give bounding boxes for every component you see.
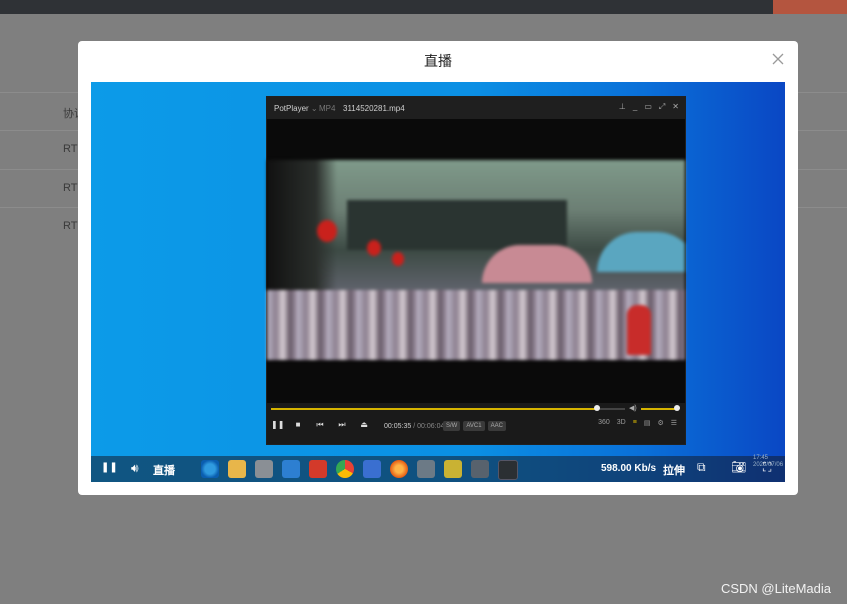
fullscreen-icon: ⤢ (658, 102, 666, 111)
potplayer-format: MP4 (319, 104, 336, 113)
potplayer-app-name: PotPlayer ⌄ (274, 104, 318, 113)
time-display: 00:05:35 / 00:06:04 (384, 423, 445, 430)
previous-icon: ⏮ (316, 420, 324, 429)
stop-icon: ■ (295, 420, 301, 429)
volume-bar (641, 405, 680, 411)
potplayer-titlebar: PotPlayer ⌄ MP4 3114520281.mp4 ⊥ _ ▭ ⤢ ✕ (267, 97, 685, 119)
potplayer-window: PotPlayer ⌄ MP4 3114520281.mp4 ⊥ _ ▭ ⤢ ✕ (266, 96, 686, 445)
minimize-icon: _ (632, 102, 638, 111)
background-top-accent (773, 0, 847, 14)
fullscreen-icon[interactable]: ⛶ (763, 460, 771, 475)
chrome-icon (336, 460, 354, 478)
restore-icon: ▭ (644, 102, 652, 111)
notepad-icon (255, 460, 273, 478)
close-icon[interactable] (770, 51, 786, 67)
potplayer-video-frame (267, 160, 685, 360)
potplayer-controls: ◀) ❚❚ ■ ⏮ ⏭ ⏏ 00:05:35 / 00:06:04 S/W AV… (267, 403, 685, 444)
pause-icon[interactable]: ❚❚ (101, 462, 118, 473)
potplayer-filename: 3114520281.mp4 (343, 104, 405, 113)
pdf-icon (309, 460, 327, 478)
pin-icon: ⊥ (618, 102, 626, 111)
video-codec-tag: AVC1 (463, 421, 485, 431)
live-video[interactable]: PotPlayer ⌄ MP4 3114520281.mp4 ⊥ _ ▭ ⤢ ✕ (91, 82, 785, 482)
modal-title: 直播 (424, 53, 452, 69)
stretch-button[interactable]: 拉伸 (663, 462, 685, 478)
app-icon (471, 460, 489, 478)
settings-icon: ⚙ (657, 420, 664, 427)
seek-bar (271, 405, 625, 411)
audio-codec-tag: AAC (487, 421, 506, 431)
app-icon (363, 460, 381, 478)
live-player-bar: ❚❚ 🔊︎ 直播 598.00 Kb/s 拉伸 ⧉ 17:452023/07/ (91, 455, 785, 482)
mail-icon (282, 460, 300, 478)
menu-icon: ☰ (670, 420, 677, 427)
record-icon[interactable]: ⧉ (697, 460, 706, 475)
close-icon: ✕ (672, 102, 679, 111)
volume-icon[interactable]: 🔊︎ (131, 461, 139, 476)
volume-icon: ◀) (629, 405, 637, 412)
playlist-icon: ▤ (643, 420, 651, 427)
edge-icon (201, 460, 219, 478)
app-icon (417, 460, 435, 478)
live-modal: 直播 PotPlayer ⌄ MP4 3114520281.mp4 ⊥ _ ▭ … (78, 41, 798, 495)
live-label: 直播 (153, 465, 175, 477)
bitrate-readout: 598.00 Kb/s (601, 463, 657, 474)
folder-icon (228, 460, 246, 478)
subtitle-search-icon: ≡ (632, 419, 637, 426)
next-icon: ⏭ (338, 420, 346, 429)
terminal-icon (498, 460, 518, 480)
360-icon: 360 (598, 419, 610, 426)
firefox-icon (390, 460, 408, 478)
potplayer-taskbar-icon (444, 460, 462, 478)
watermark: CSDN @LiteMadia (720, 581, 831, 596)
stream-taskbar (201, 460, 518, 480)
screenshot-icon[interactable]: 📷︎ (731, 460, 746, 474)
background-top-bar (0, 0, 847, 14)
eject-icon: ⏏ (360, 420, 368, 429)
pause-icon: ❚❚ (271, 420, 285, 429)
3d-icon: 3D (616, 419, 626, 426)
decoder-tag: S/W (443, 421, 461, 431)
